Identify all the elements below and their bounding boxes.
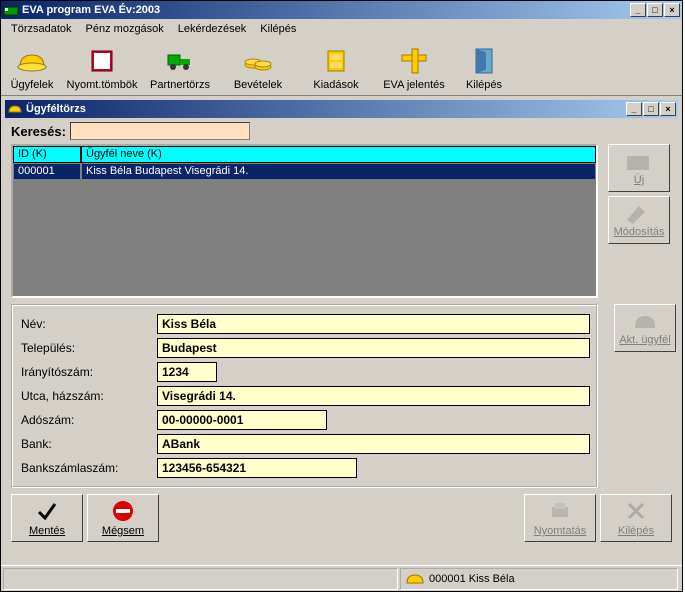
close-button[interactable]: × [664, 3, 680, 17]
menu-kilepes[interactable]: Kilépés [254, 21, 302, 37]
menubar: Törzsadatok Pénz mozgások Lekérdezések K… [1, 19, 682, 39]
cabinet-icon [320, 45, 352, 77]
field-city[interactable] [157, 338, 590, 358]
book-icon [86, 45, 118, 77]
menu-lekerdezesek[interactable]: Lekérdezések [172, 21, 253, 37]
col-name[interactable]: Ügyfél neve (K) [81, 146, 596, 163]
field-zip[interactable] [157, 362, 217, 382]
field-bank[interactable] [157, 434, 590, 454]
status-cell-right: 000001 Kiss Béla [400, 568, 678, 590]
main-title: EVA program EVA Év:2003 [22, 4, 630, 16]
child-window: Ügyféltörzs _ □ × Keresés: ID (K) Ügyfél… [3, 98, 680, 550]
cell-name: Kiss Béla Budapest Visegrádi 14. [81, 163, 596, 180]
check-icon [35, 499, 59, 523]
label-account: Bankszámlaszám: [19, 456, 157, 480]
child-icon [7, 101, 23, 117]
helmet-grey-icon [631, 310, 659, 334]
stop-icon [111, 499, 135, 523]
exit-button[interactable]: Kilépés [600, 494, 672, 542]
label-name: Név: [19, 312, 157, 336]
door-icon [468, 45, 500, 77]
customer-table[interactable]: ID (K) Ügyfél neve (K) 000001 Kiss Béla … [11, 144, 598, 298]
maximize-button[interactable]: □ [647, 3, 663, 17]
coins-icon [242, 45, 274, 77]
search-label: Keresés: [11, 124, 66, 139]
status-text: 000001 Kiss Béla [429, 573, 515, 585]
folder-new-icon [625, 150, 653, 174]
truck-icon [164, 45, 196, 77]
label-street: Utca, házszám: [19, 384, 157, 408]
tool-partnertorzs[interactable]: Partnertörzs [141, 43, 219, 93]
col-id[interactable]: ID (K) [13, 146, 81, 163]
customer-form: Név: Település: Irányítószám: Utca, házs… [11, 304, 598, 488]
field-account[interactable] [157, 458, 357, 478]
table-header: ID (K) Ügyfél neve (K) [13, 146, 596, 163]
label-tax: Adószám: [19, 408, 157, 432]
menu-torzsadatok[interactable]: Törzsadatok [5, 21, 78, 37]
printer-icon [548, 499, 572, 523]
field-name[interactable] [157, 314, 590, 334]
tool-kilepes[interactable]: Kilépés [453, 43, 515, 93]
main-titlebar: EVA program EVA Év:2003 _ □ × [1, 1, 682, 19]
child-minimize-button[interactable]: _ [626, 102, 642, 116]
helmet-icon [16, 45, 48, 77]
tool-evajelentes[interactable]: EVA jelentés [375, 43, 453, 93]
tool-bevetelek[interactable]: Bevételek [219, 43, 297, 93]
label-city: Település: [19, 336, 157, 360]
child-close-button[interactable]: × [660, 102, 676, 116]
field-street[interactable] [157, 386, 590, 406]
main-window: EVA program EVA Év:2003 _ □ × Törzsadato… [0, 0, 683, 592]
print-button[interactable]: Nyomtatás [524, 494, 596, 542]
minimize-button[interactable]: _ [630, 3, 646, 17]
toolbar: Ügyfelek Nyomt.tömbök Partnertörzs Bevét… [1, 39, 682, 96]
tool-kiadasok[interactable]: Kiadások [297, 43, 375, 93]
child-title: Ügyféltörzs [26, 103, 626, 115]
cancel-button[interactable]: Mégsem [87, 494, 159, 542]
hand-edit-icon [625, 202, 653, 226]
tool-ugyfelek[interactable]: Ügyfelek [1, 43, 63, 93]
close-x-icon [624, 499, 648, 523]
app-icon [3, 2, 19, 18]
child-titlebar: Ügyféltörzs _ □ × [5, 100, 678, 118]
tool-nyomtombok[interactable]: Nyomt.tömbök [63, 43, 141, 93]
new-button[interactable]: Új [608, 144, 670, 192]
label-bank: Bank: [19, 432, 157, 456]
label-zip: Irányítószám: [19, 360, 157, 384]
child-maximize-button[interactable]: □ [643, 102, 659, 116]
field-tax[interactable] [157, 410, 327, 430]
edit-button[interactable]: Módosítás [608, 196, 670, 244]
menu-penzmozgasok[interactable]: Pénz mozgások [80, 21, 170, 37]
status-helmet-icon [405, 571, 425, 587]
current-customer-button[interactable]: Akt. ügyfél [614, 304, 676, 352]
search-input[interactable] [70, 122, 250, 140]
ruler-icon [398, 45, 430, 77]
statusbar: 000001 Kiss Béla [1, 565, 682, 591]
cell-id: 000001 [13, 163, 81, 180]
status-cell-left [3, 568, 398, 590]
save-button[interactable]: Mentés [11, 494, 83, 542]
table-row[interactable]: 000001 Kiss Béla Budapest Visegrádi 14. [13, 163, 596, 180]
